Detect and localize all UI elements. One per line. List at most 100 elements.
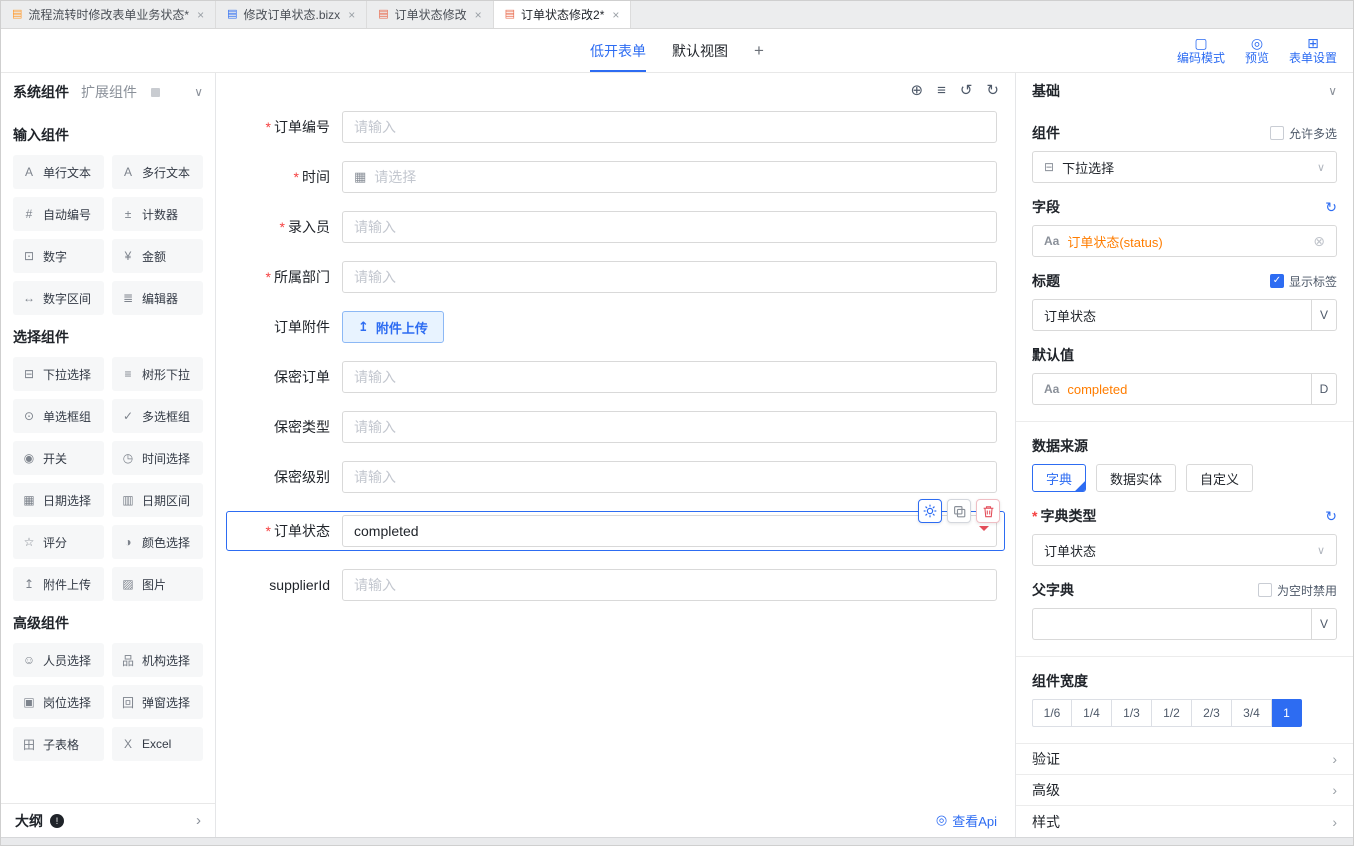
component-item-position-select[interactable]: ▣岗位选择	[13, 685, 104, 719]
component-item-org-select[interactable]: 品机构选择	[112, 643, 203, 677]
section-advanced[interactable]: 高级 ›	[1016, 775, 1353, 806]
time-input[interactable]	[374, 169, 985, 185]
field-binding-box[interactable]: Aa 订单状态(status) ⊗	[1032, 225, 1337, 257]
component-item-date-range[interactable]: ▥日期区间	[112, 483, 203, 517]
component-item-tree-select[interactable]: ≡树形下拉	[112, 357, 203, 391]
field-secret-type[interactable]: 保密类型	[234, 411, 997, 443]
component-item-rating[interactable]: ☆评分	[13, 525, 104, 559]
width-option-2-3[interactable]: 2/3	[1192, 699, 1232, 727]
recorder-input[interactable]	[342, 211, 997, 243]
field-department[interactable]: 所属部门	[234, 261, 997, 293]
add-view-button[interactable]: +	[754, 41, 764, 61]
refresh-icon[interactable]: ↻	[1325, 199, 1337, 216]
clear-icon[interactable]: ⊗	[1313, 233, 1325, 250]
width-option-1-3[interactable]: 1/3	[1112, 699, 1152, 727]
field-time[interactable]: 时间 ▦	[234, 161, 997, 193]
window-tab-order-status-edit2[interactable]: ▤ 订单状态修改2* ×	[494, 1, 632, 28]
component-item-user-select[interactable]: ☺人员选择	[13, 643, 104, 677]
component-item-time-picker[interactable]: ◷时间选择	[112, 441, 203, 475]
disable-when-empty-checkbox[interactable]: 为空时禁用	[1258, 582, 1337, 599]
parent-dict-input[interactable]	[1044, 617, 1300, 632]
component-item-multi-line-text[interactable]: A多行文本	[112, 155, 203, 189]
checkbox-icon[interactable]	[1258, 583, 1272, 597]
title-input[interactable]	[1044, 308, 1300, 323]
dynamic-button[interactable]: D	[1311, 373, 1337, 405]
component-item-switch[interactable]: ◉开关	[13, 441, 104, 475]
window-tab-flow-status[interactable]: ▤ 流程流转时修改表单业务状态* ×	[1, 1, 216, 28]
form-settings-button[interactable]: ⊞ 表单设置	[1289, 36, 1337, 65]
component-item-number-range[interactable]: ↔数字区间	[13, 281, 104, 315]
attachment-upload-button[interactable]: ↥ 附件上传	[342, 311, 444, 343]
copy-button[interactable]	[947, 499, 971, 523]
outline-view-icon[interactable]: ≡	[937, 83, 946, 98]
field-secret-level[interactable]: 保密级别	[234, 461, 997, 493]
width-option-1-6[interactable]: 1/6	[1032, 699, 1072, 727]
secret-level-input[interactable]	[342, 461, 997, 493]
delete-button[interactable]	[976, 499, 1000, 523]
component-item-dropdown-select[interactable]: ⊟下拉选择	[13, 357, 104, 391]
component-item-single-line-text[interactable]: A单行文本	[13, 155, 104, 189]
supplier-id-input[interactable]	[342, 569, 997, 601]
window-tab-bizx[interactable]: ▤ 修改订单状态.bizx ×	[216, 1, 367, 28]
outline-bar[interactable]: 大纲 ! ›	[1, 803, 215, 837]
width-option-1-2[interactable]: 1/2	[1152, 699, 1192, 727]
close-icon[interactable]: ×	[348, 8, 355, 22]
field-secret-order[interactable]: 保密订单	[234, 361, 997, 393]
section-validation[interactable]: 验证 ›	[1016, 744, 1353, 775]
component-item-attachment-upload[interactable]: ↥附件上传	[13, 567, 104, 601]
time-picker-input[interactable]: ▦	[342, 161, 997, 193]
undo-icon[interactable]: ↺	[960, 83, 973, 98]
section-style[interactable]: 样式 ›	[1016, 806, 1353, 837]
field-order-attachment[interactable]: 订单附件 ↥ 附件上传	[234, 311, 997, 343]
checkbox-checked-icon[interactable]: ✓	[1270, 274, 1284, 288]
tab-default-view[interactable]: 默认视图	[672, 29, 728, 72]
component-item-radio-group[interactable]: ⊙单选框组	[13, 399, 104, 433]
default-value-box[interactable]: Aa completed	[1032, 373, 1311, 405]
bottom-scrollbar-track[interactable]	[1, 837, 1353, 845]
code-mode-button[interactable]: ▢ 编码模式	[1177, 36, 1225, 65]
component-item-popup-select[interactable]: 回弹窗选择	[112, 685, 203, 719]
order-status-input[interactable]	[342, 515, 997, 547]
secret-type-input[interactable]	[342, 411, 997, 443]
secret-order-input[interactable]	[342, 361, 997, 393]
preview-button[interactable]: ◎ 预览	[1245, 36, 1269, 65]
width-option-full[interactable]: 1	[1272, 699, 1302, 727]
chevron-right-icon[interactable]: ›	[196, 812, 201, 829]
field-order-status[interactable]: 订单状态	[226, 511, 1005, 551]
close-icon[interactable]: ×	[612, 8, 619, 22]
chevron-down-icon[interactable]: ∨	[194, 85, 203, 99]
allow-multiple-checkbox[interactable]: 允许多选	[1270, 125, 1337, 142]
field-recorder[interactable]: 录入员	[234, 211, 997, 243]
close-icon[interactable]: ×	[197, 8, 204, 22]
component-item-auto-number[interactable]: #自动编号	[13, 197, 104, 231]
checkbox-icon[interactable]	[1270, 126, 1284, 140]
variable-button[interactable]: V	[1311, 608, 1337, 640]
close-icon[interactable]: ×	[475, 8, 482, 22]
component-item-editor[interactable]: ≣编辑器	[112, 281, 203, 315]
globe-icon[interactable]: ⊕	[911, 83, 924, 98]
department-input[interactable]	[342, 261, 997, 293]
component-item-color-picker[interactable]: ◑颜色选择	[112, 525, 203, 559]
datasource-entity-button[interactable]: 数据实体	[1096, 464, 1176, 492]
panel-header[interactable]: 基础 ∨	[1016, 73, 1353, 109]
component-item-amount[interactable]: ¥金额	[112, 239, 203, 273]
datasource-custom-button[interactable]: 自定义	[1186, 464, 1253, 492]
field-supplier-id[interactable]: supplierId	[234, 569, 997, 601]
order-no-input[interactable]	[342, 111, 997, 143]
component-item-image[interactable]: ▨图片	[112, 567, 203, 601]
tab-extension-components[interactable]: 扩展组件	[81, 82, 137, 102]
settings-button[interactable]	[918, 499, 942, 523]
tab-lowcode-form[interactable]: 低开表单	[590, 29, 646, 72]
datasource-dict-button[interactable]: 字典	[1032, 464, 1086, 492]
component-item-checkbox-group[interactable]: ✓多选框组	[112, 399, 203, 433]
component-item-date-picker[interactable]: ▦日期选择	[13, 483, 104, 517]
width-option-1-4[interactable]: 1/4	[1072, 699, 1112, 727]
component-item-sub-table[interactable]: 田子表格	[13, 727, 104, 761]
width-option-3-4[interactable]: 3/4	[1232, 699, 1272, 727]
field-order-no[interactable]: 订单编号	[234, 111, 997, 143]
component-type-select[interactable]: ⊟ 下拉选择 ∨	[1032, 151, 1337, 183]
component-item-counter[interactable]: ±计数器	[112, 197, 203, 231]
redo-icon[interactable]: ↻	[986, 83, 999, 98]
show-label-checkbox[interactable]: ✓ 显示标签	[1270, 273, 1337, 290]
tab-system-components[interactable]: 系统组件	[13, 82, 69, 102]
